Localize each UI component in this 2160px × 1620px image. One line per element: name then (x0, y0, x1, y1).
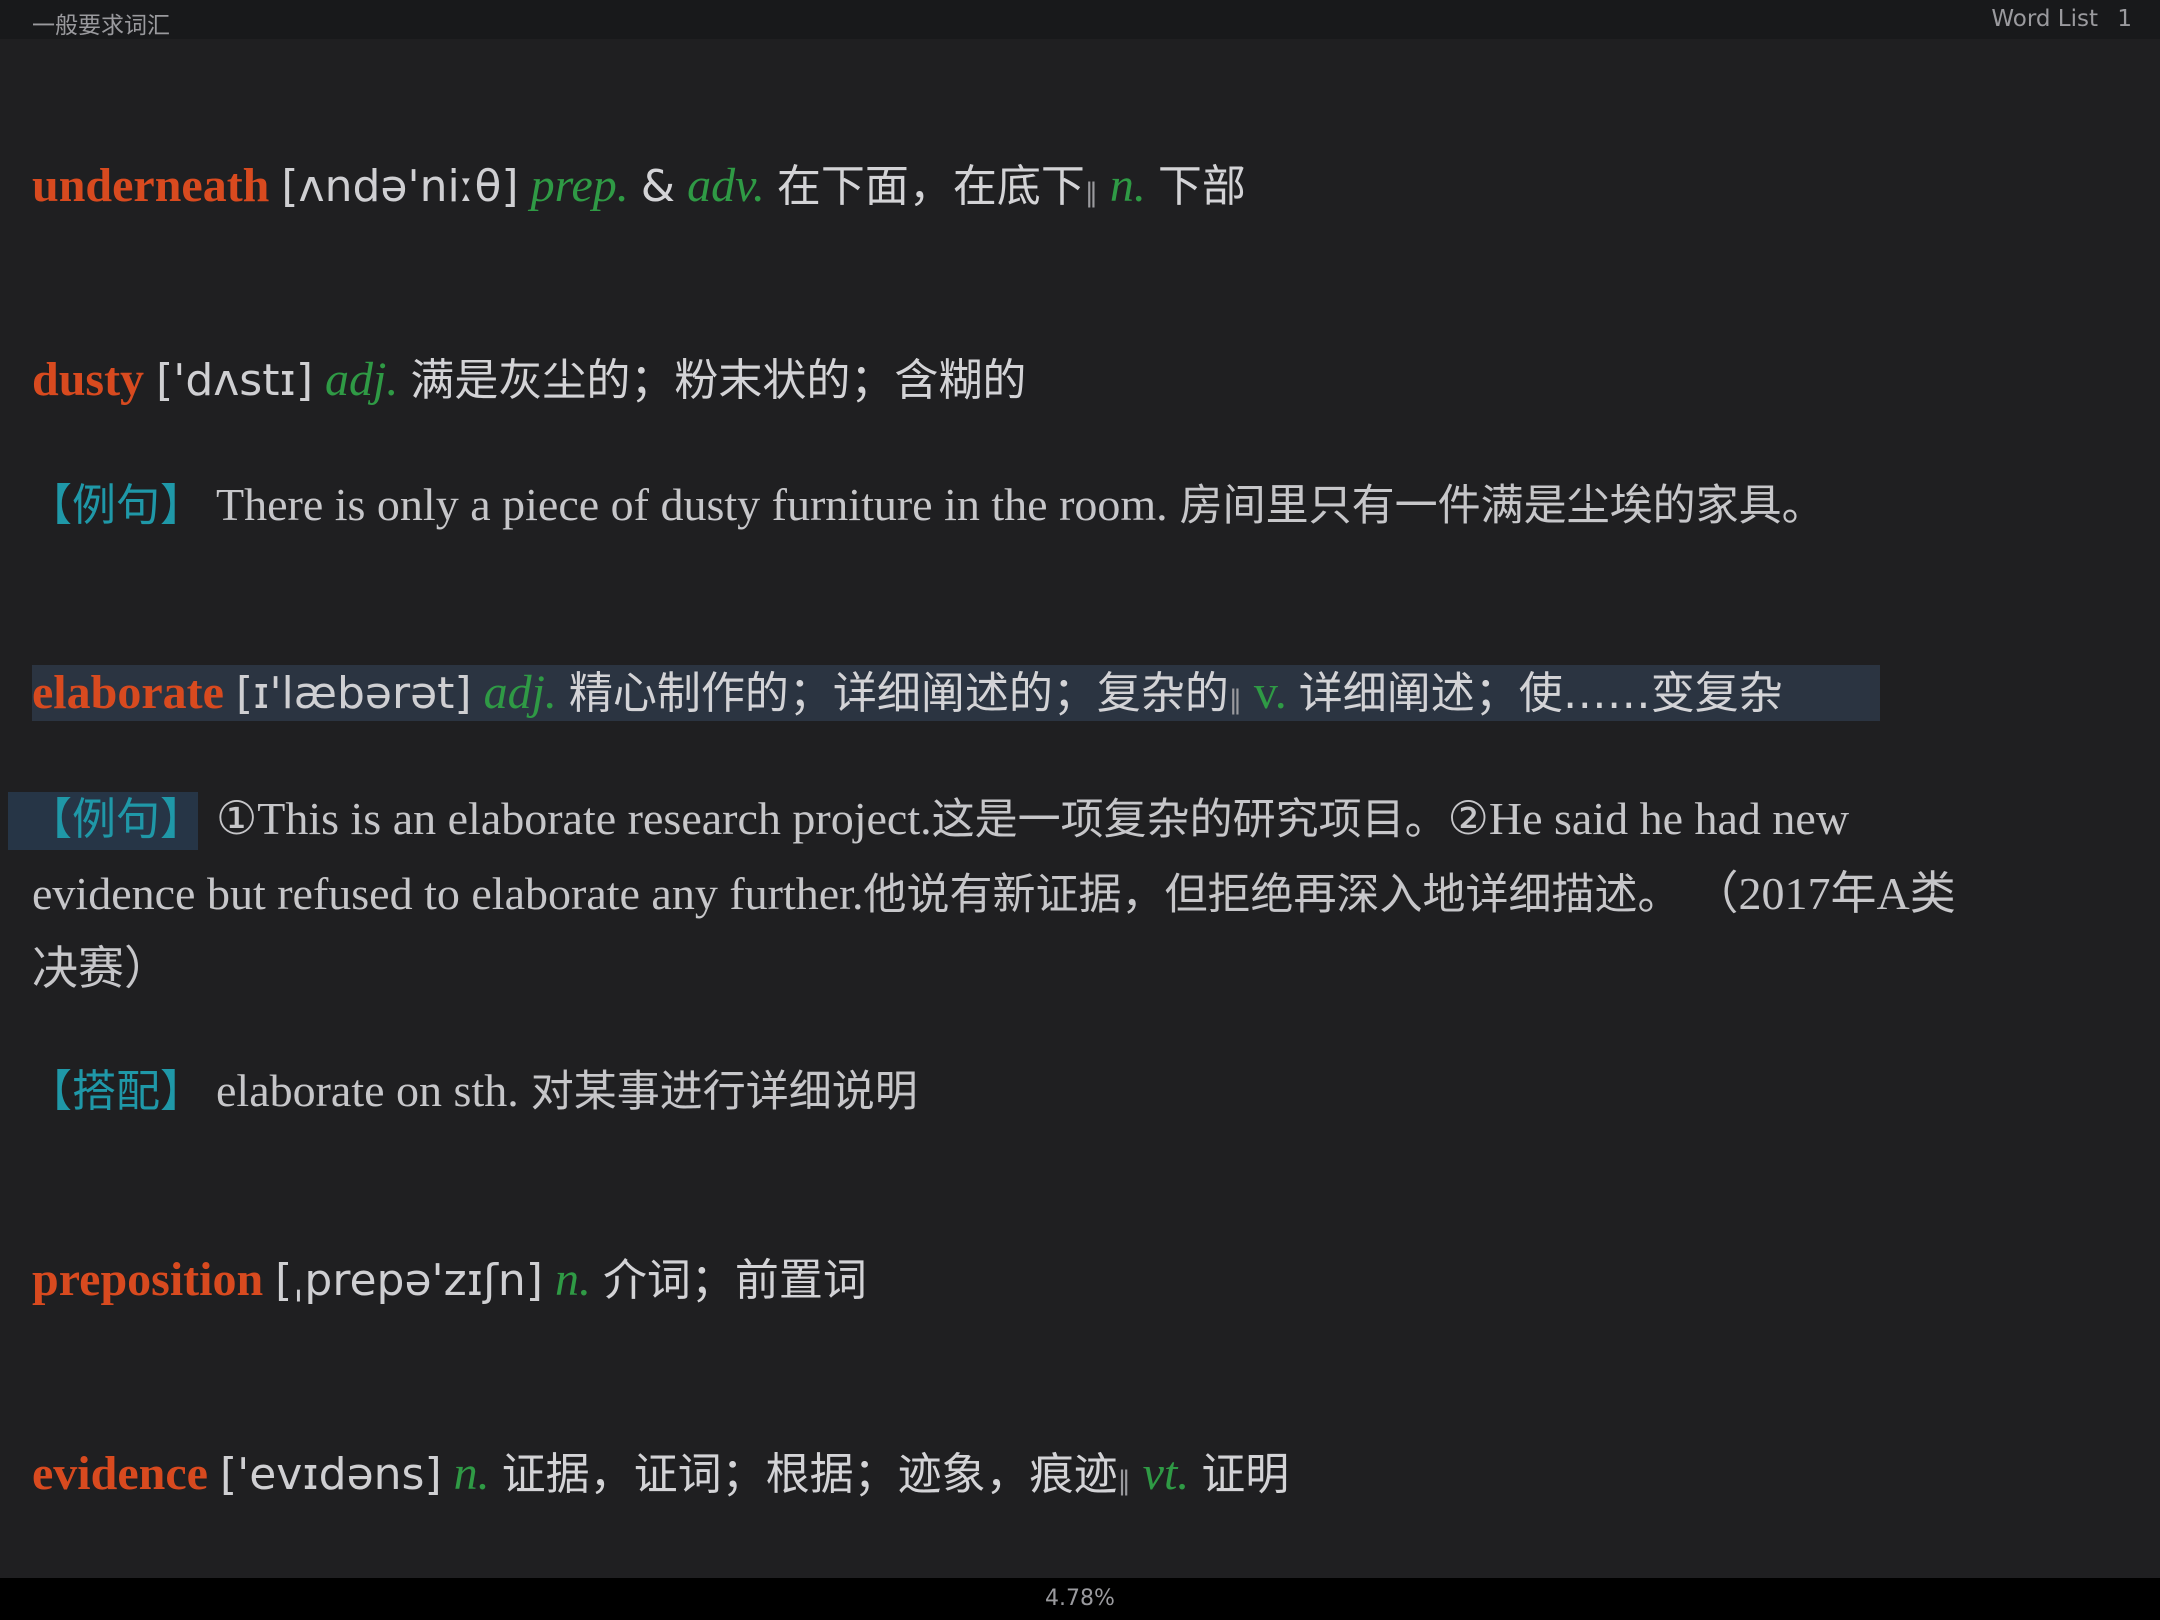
part-of-speech: prep. (530, 159, 629, 212)
entry-underneath[interactable]: underneath [ʌndə'niːθ] prep. & adv. 在下面，… (32, 156, 1246, 216)
entry-evidence[interactable]: evidence ['evɪdəns] n. 证据，证词；根据；迹象，痕迹‖ v… (32, 1444, 1289, 1504)
definition: 精心制作的；详细阐述的；复杂的 (568, 668, 1229, 719)
part-of-speech: v. (1253, 666, 1287, 719)
part-of-speech: vt. (1142, 1447, 1190, 1500)
example-english: evidence but refused to elaborate any fu… (32, 868, 864, 919)
page-number: 1 (2117, 6, 2132, 32)
separator: ‖ (1084, 178, 1098, 208)
example-english: There is only a piece of dusty furniture… (216, 479, 1168, 530)
entry-preposition[interactable]: preposition [ˌprepə'zɪʃn] n. 介词；前置词 (32, 1250, 867, 1310)
example-english: This is an elaborate research project. (257, 793, 932, 844)
separator: ‖ (1228, 685, 1242, 715)
entry-elaborate[interactable]: elaborate [ɪ'læbərət] adj. 精心制作的；详细阐述的；复… (32, 663, 1783, 723)
example-chinese: 房间里只有一件满是尘埃的家具。 (1179, 481, 1825, 531)
phonetic: [ˌprepə'zɪʃn] (275, 1255, 543, 1306)
definition: 满是灰尘的；粉末状的；含糊的 (410, 355, 1027, 406)
headword[interactable]: preposition (32, 1253, 263, 1306)
example-elaborate-line3[interactable]: 决赛） (32, 939, 170, 999)
example-elaborate-line2[interactable]: evidence but refused to elaborate any fu… (32, 864, 1956, 924)
chapter-title: Word List (1991, 6, 2098, 32)
example-dusty[interactable]: 【例句】 There is only a piece of dusty furn… (28, 475, 1825, 535)
phonetic: [ʌndə'niːθ] (281, 161, 519, 212)
reading-content[interactable]: underneath [ʌndə'niːθ] prep. & adv. 在下面，… (0, 39, 2160, 1578)
example-source: 决赛） (32, 943, 170, 994)
separator: ‖ (1117, 1466, 1131, 1496)
reading-progress-bar: 4.78% (0, 1578, 2160, 1620)
example-chinese: 他说有新证据，但拒绝再深入地详细描述。 (863, 870, 1681, 920)
top-bar: 一般要求词汇 Word List 1 (0, 0, 2160, 39)
phonetic: ['evɪdəns] (219, 1449, 442, 1500)
example-number: ① (216, 793, 258, 844)
definition: 证明 (1201, 1449, 1290, 1500)
headword[interactable]: evidence (32, 1447, 208, 1500)
example-tag: 【例句】 (28, 480, 204, 531)
part-of-speech: n. (1109, 159, 1146, 212)
example-elaborate-line1[interactable]: 【例句】 ①This is an elaborate research proj… (28, 789, 1849, 849)
headword[interactable]: dusty (32, 353, 144, 406)
ampersand: & (640, 161, 676, 212)
example-english: He said he had new (1488, 793, 1850, 844)
definition: 介词；前置词 (602, 1255, 867, 1306)
part-of-speech: adv. (687, 159, 765, 212)
part-of-speech: adj. (324, 353, 399, 406)
collocation-elaborate[interactable]: 【搭配】 elaborate on sth. 对某事进行详细说明 (28, 1061, 918, 1121)
collocation-tag: 【搭配】 (28, 1066, 204, 1117)
example-source: （2017年A类 (1692, 868, 1956, 919)
definition: 详细阐述；使……变复杂 (1298, 668, 1783, 719)
headword[interactable]: elaborate (32, 666, 224, 719)
collocation-chinese: 对某事进行详细说明 (530, 1067, 918, 1117)
phonetic: ['dʌstɪ] (156, 355, 313, 406)
definition: 在下面，在底下 (776, 161, 1085, 212)
part-of-speech: n. (453, 1447, 490, 1500)
entry-dusty[interactable]: dusty ['dʌstɪ] adj. 满是灰尘的；粉末状的；含糊的 (32, 350, 1026, 410)
definition: 证据，证词；根据；迹象，痕迹 (501, 1449, 1118, 1500)
example-chinese: 这是一项复杂的研究项目。 (931, 795, 1448, 845)
definition: 下部 (1157, 161, 1246, 212)
part-of-speech: n. (554, 1253, 591, 1306)
collocation-english: elaborate on sth. (216, 1065, 519, 1116)
headword[interactable]: underneath (32, 159, 269, 212)
phonetic: [ɪ'læbərət] (235, 668, 472, 719)
book-title: 一般要求词汇 (32, 13, 170, 39)
example-tag: 【例句】 (28, 794, 204, 845)
example-number: ② (1447, 793, 1489, 844)
reading-progress: 4.78% (1045, 1586, 1115, 1611)
part-of-speech: adj. (483, 666, 557, 719)
